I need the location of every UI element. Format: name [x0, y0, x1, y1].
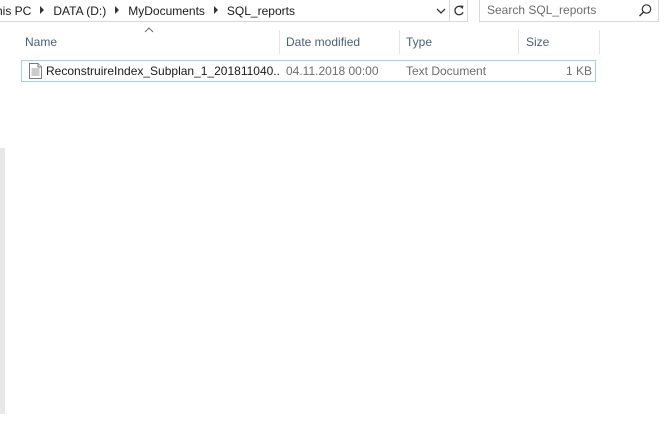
column-header-size[interactable]: Size — [521, 30, 599, 54]
column-header-type-label: Type — [406, 35, 433, 49]
chevron-right-icon[interactable] — [106, 5, 128, 16]
column-header-type[interactable]: Type — [401, 30, 519, 54]
column-header-size-label: Size — [526, 35, 550, 49]
column-divider[interactable] — [599, 30, 600, 54]
refresh-button[interactable] — [450, 0, 468, 22]
file-row[interactable]: ReconstruireIndex_Subplan_1_201811040...… — [21, 60, 596, 82]
breadcrumb-mydocuments[interactable]: MyDocuments — [128, 4, 205, 18]
file-explorer-window: his PC DATA (D:) MyDocuments SQL_reports — [0, 0, 664, 428]
file-name: ReconstruireIndex_Subplan_1_201811040... — [46, 64, 281, 78]
breadcrumb: his PC DATA (D:) MyDocuments SQL_reports — [0, 0, 295, 21]
column-header-name-label: Name — [25, 35, 58, 49]
breadcrumb-data-drive[interactable]: DATA (D:) — [53, 4, 106, 18]
column-header-date-label: Date modified — [286, 35, 361, 49]
breadcrumb-this-pc[interactable]: his PC — [0, 4, 31, 18]
column-divider[interactable] — [518, 30, 519, 54]
search-box[interactable] — [479, 0, 659, 22]
file-date-modified: 04.11.2018 00:00 — [286, 64, 379, 78]
navigation-pane-scrollbar[interactable] — [0, 148, 5, 414]
chevron-down-icon[interactable] — [432, 0, 449, 21]
text-document-icon — [29, 63, 42, 79]
column-header-name[interactable]: Name — [20, 30, 279, 54]
chevron-right-icon[interactable] — [31, 5, 53, 16]
breadcrumb-sql-reports[interactable]: SQL_reports — [227, 4, 295, 18]
file-type: Text Document — [406, 64, 487, 78]
chevron-right-icon[interactable] — [205, 5, 227, 16]
search-icon[interactable] — [638, 3, 653, 18]
search-input[interactable] — [487, 2, 632, 18]
address-bar[interactable]: his PC DATA (D:) MyDocuments SQL_reports — [0, 0, 450, 22]
file-size: 1 KB — [565, 64, 592, 78]
column-divider[interactable] — [279, 30, 280, 54]
column-divider[interactable] — [399, 30, 400, 54]
refresh-icon — [453, 5, 464, 16]
column-header-date-modified[interactable]: Date modified — [281, 30, 400, 54]
